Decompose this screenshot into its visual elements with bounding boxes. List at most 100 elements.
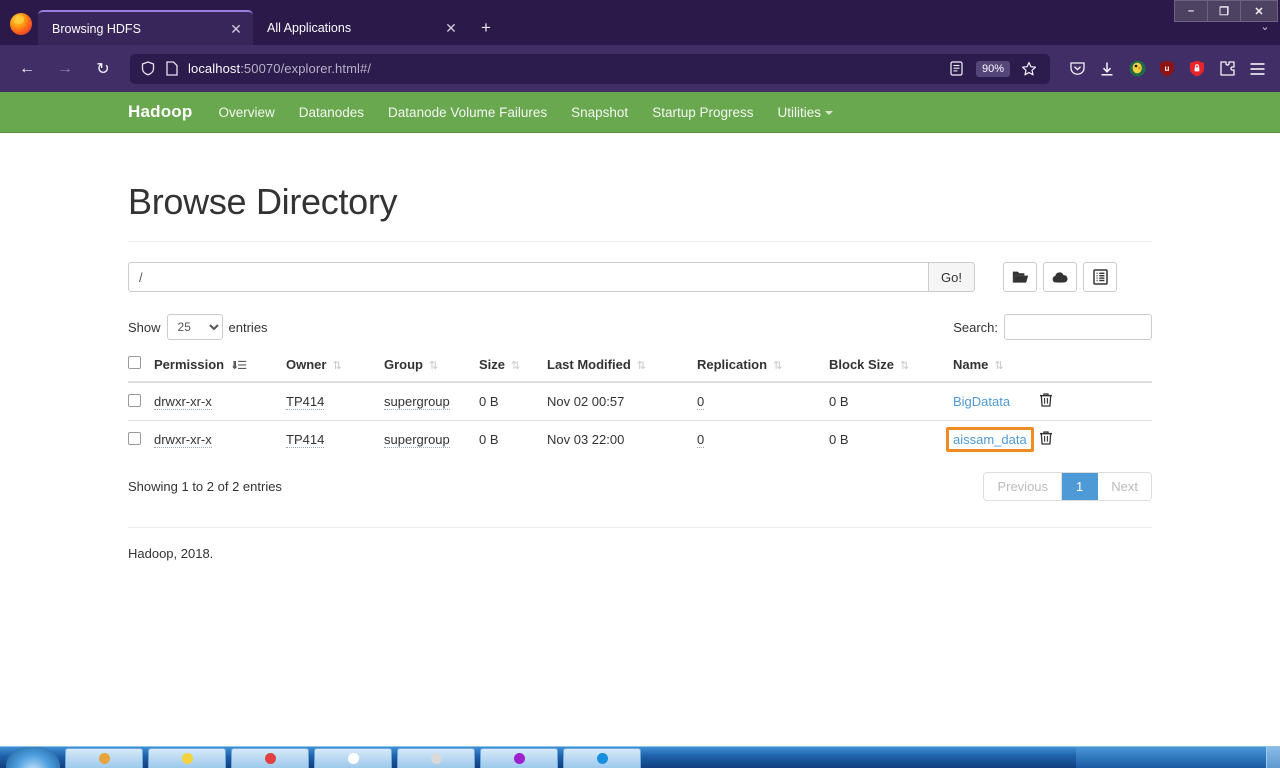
- pagination-previous[interactable]: Previous: [984, 473, 1063, 500]
- taskbar-app-icon: [264, 753, 276, 764]
- go-button[interactable]: Go!: [928, 262, 975, 292]
- new-directory-button[interactable]: [1003, 262, 1037, 292]
- column-header-owner[interactable]: Owner ⇅: [286, 348, 384, 383]
- permission-value[interactable]: drwxr-xr-x: [154, 432, 212, 448]
- pocket-icon[interactable]: [1062, 54, 1092, 84]
- extensions-puzzle-icon[interactable]: [1212, 54, 1242, 84]
- row-select-cell[interactable]: [128, 382, 154, 421]
- column-header-permission[interactable]: Permission ⬇☰: [154, 348, 286, 383]
- maximize-button[interactable]: ❐: [1208, 1, 1241, 21]
- row-select-cell[interactable]: [128, 420, 154, 458]
- nav-item-overview[interactable]: Overview: [218, 105, 274, 120]
- path-input[interactable]: [128, 262, 929, 292]
- select-all-checkbox[interactable]: [128, 356, 141, 369]
- column-header-size[interactable]: Size ⇅: [479, 348, 547, 383]
- cell-group[interactable]: supergroup: [384, 382, 479, 421]
- cell-replication[interactable]: 0: [697, 420, 829, 458]
- row-checkbox[interactable]: [128, 431, 141, 445]
- column-header-select-all[interactable]: [128, 348, 154, 383]
- row-checkbox[interactable]: [128, 393, 141, 407]
- close-icon[interactable]: ✕: [442, 19, 460, 37]
- cell-delete[interactable]: [1039, 382, 1152, 421]
- browser-tab-browsing-hdfs[interactable]: Browsing HDFS ✕: [38, 10, 253, 45]
- taskbar-item-1[interactable]: [65, 748, 143, 768]
- pagination-next[interactable]: Next: [1098, 473, 1151, 500]
- url-text: localhost:50070/explorer.html#/: [188, 61, 371, 76]
- trash-icon[interactable]: [1039, 431, 1053, 449]
- replication-value[interactable]: 0: [697, 394, 705, 410]
- zoom-level-badge[interactable]: 90%: [975, 60, 1010, 77]
- back-button[interactable]: ←: [11, 53, 43, 85]
- minimize-button[interactable]: –: [1175, 1, 1208, 21]
- taskbar-item-7[interactable]: [563, 748, 641, 768]
- replication-value[interactable]: 0: [697, 432, 705, 448]
- start-button[interactable]: [6, 747, 60, 768]
- taskbar-item-2[interactable]: [148, 748, 226, 768]
- star-icon[interactable]: [1014, 54, 1044, 84]
- table-row[interactable]: drwxr-xr-x TP414 supergroup 0 B Nov 02 0…: [128, 382, 1152, 421]
- file-name-link[interactable]: BigDatata: [953, 394, 1010, 409]
- cut-paste-button[interactable]: [1083, 262, 1117, 292]
- group-value[interactable]: supergroup: [384, 432, 450, 448]
- table-controls: Show 25 50 100 entries Search:: [128, 314, 1152, 340]
- forward-button[interactable]: →: [49, 53, 81, 85]
- url-bar[interactable]: localhost:50070/explorer.html#/ 90%: [130, 53, 1050, 84]
- table-row[interactable]: drwxr-xr-x TP414 supergroup 0 B Nov 03 2…: [128, 420, 1152, 458]
- reader-view-icon[interactable]: [942, 54, 972, 84]
- cell-permission[interactable]: drwxr-xr-x: [154, 420, 286, 458]
- column-header-replication[interactable]: Replication ⇅: [697, 348, 829, 383]
- nav-item-datanodes[interactable]: Datanodes: [299, 105, 364, 120]
- cell-permission[interactable]: drwxr-xr-x: [154, 382, 286, 421]
- system-tray[interactable]: [1076, 747, 1266, 768]
- page-icon[interactable]: [160, 58, 184, 80]
- shield-icon[interactable]: [136, 58, 160, 80]
- cell-last-modified: Nov 02 00:57: [547, 394, 625, 409]
- browser-tab-all-applications[interactable]: All Applications ✕: [253, 10, 468, 45]
- nav-item-snapshot[interactable]: Snapshot: [571, 105, 628, 120]
- column-header-block-size[interactable]: Block Size ⇅: [829, 348, 953, 383]
- file-name-link[interactable]: aissam_data: [953, 432, 1027, 447]
- trash-icon[interactable]: [1039, 393, 1053, 411]
- group-value[interactable]: supergroup: [384, 394, 450, 410]
- taskbar-item-6[interactable]: [480, 748, 558, 768]
- cell-name[interactable]: BigDatata: [953, 382, 1039, 421]
- page-length-select[interactable]: 25 50 100: [166, 314, 223, 340]
- os-taskbar: [0, 746, 1280, 768]
- parrot-extension-icon[interactable]: [1122, 54, 1152, 84]
- cell-owner[interactable]: TP414: [286, 382, 384, 421]
- pagination-page-1[interactable]: 1: [1062, 473, 1099, 500]
- taskbar-item-5[interactable]: [397, 748, 475, 768]
- taskbar-item-4[interactable]: [314, 748, 392, 768]
- owner-value[interactable]: TP414: [286, 394, 325, 410]
- hadoop-brand[interactable]: Hadoop: [128, 102, 192, 122]
- cell-delete[interactable]: [1039, 420, 1152, 458]
- cell-replication[interactable]: 0: [697, 382, 829, 421]
- column-header-last-modified[interactable]: Last Modified ⇅: [547, 348, 697, 383]
- new-tab-button[interactable]: +: [472, 13, 500, 41]
- lock-shield-icon[interactable]: [1182, 54, 1212, 84]
- column-header-group[interactable]: Group ⇅: [384, 348, 479, 383]
- column-header-name[interactable]: Name ⇅: [953, 348, 1039, 383]
- close-window-button[interactable]: ✕: [1241, 1, 1277, 21]
- cell-group[interactable]: supergroup: [384, 420, 479, 458]
- app-menu-icon[interactable]: [1242, 54, 1272, 84]
- cell-owner[interactable]: TP414: [286, 420, 384, 458]
- footer-divider: [128, 527, 1152, 528]
- cell-name[interactable]: aissam_data: [946, 420, 1039, 458]
- column-label: Permission: [154, 356, 225, 372]
- search-input[interactable]: [1004, 314, 1152, 340]
- nav-item-datanode-volume-failures[interactable]: Datanode Volume Failures: [388, 105, 547, 120]
- table-footer: Showing 1 to 2 of 2 entries Previous 1 N…: [128, 472, 1152, 501]
- show-desktop-button[interactable]: [1266, 747, 1280, 768]
- browser-navigation-bar: ← → ↻ localhost:50070/explorer.html#/ 90…: [0, 45, 1280, 92]
- permission-value[interactable]: drwxr-xr-x: [154, 394, 212, 410]
- ublock-origin-icon[interactable]: u: [1152, 54, 1182, 84]
- upload-files-button[interactable]: [1043, 262, 1077, 292]
- close-icon[interactable]: ✕: [227, 20, 245, 38]
- owner-value[interactable]: TP414: [286, 432, 325, 448]
- nav-item-startup-progress[interactable]: Startup Progress: [652, 105, 753, 120]
- downloads-icon[interactable]: [1092, 54, 1122, 84]
- taskbar-item-3[interactable]: [231, 748, 309, 768]
- nav-item-utilities[interactable]: Utilities: [777, 105, 833, 120]
- reload-button[interactable]: ↻: [87, 53, 119, 85]
